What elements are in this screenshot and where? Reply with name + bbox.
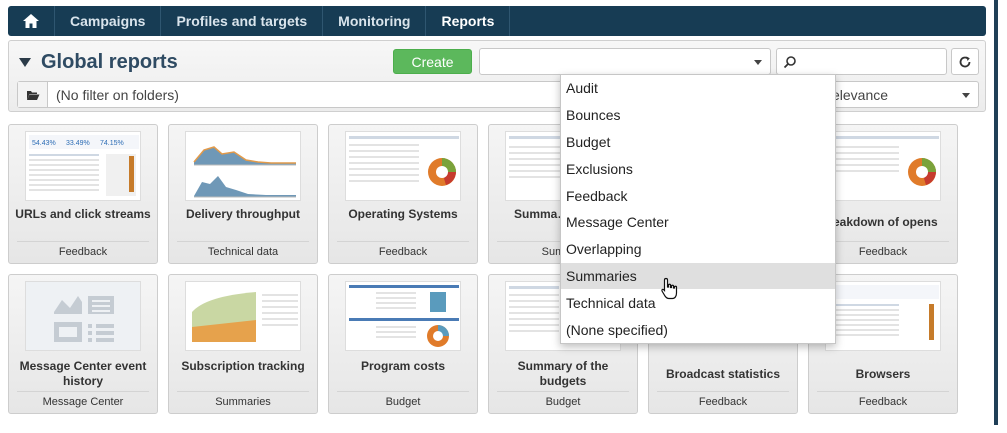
report-card[interactable]: Delivery throughput Technical data — [168, 124, 318, 264]
report-card[interactable]: Operating Systems Feedback — [328, 124, 478, 264]
search-input[interactable] — [776, 48, 947, 75]
report-card-title: Summary of the budgets — [517, 359, 609, 388]
home-icon — [23, 14, 39, 28]
report-card-title: URLs and click streams — [15, 207, 151, 221]
report-card-title: Delivery throughput — [185, 207, 300, 221]
chevron-down-icon — [962, 93, 970, 98]
category-select[interactable] — [479, 48, 771, 75]
folder-filter-label: (No filter on folders) — [56, 86, 179, 103]
folder-open-icon — [26, 90, 39, 100]
dropdown-option-none-specified[interactable]: (None specified) — [561, 316, 835, 343]
report-card-category: Feedback — [657, 391, 789, 413]
window-edge — [994, 0, 998, 425]
report-card[interactable]: Subscription tracking Summaries — [168, 274, 318, 414]
dropdown-option-budget[interactable]: Budget — [561, 129, 835, 156]
dropdown-option-overlapping[interactable]: Overlapping — [561, 236, 835, 263]
report-thumbnail — [825, 281, 941, 351]
tab-monitoring[interactable]: Monitoring — [323, 6, 427, 36]
tab-campaigns[interactable]: Campaigns — [55, 6, 162, 36]
dropdown-option-message-center[interactable]: Message Center — [561, 209, 835, 236]
dropdown-option-feedback[interactable]: Feedback — [561, 182, 835, 209]
create-button[interactable]: Create — [393, 49, 472, 74]
refresh-icon — [959, 56, 971, 67]
report-card[interactable]: 54.43% 33.49% 74.15% URLs and click stre… — [8, 124, 158, 264]
report-card-title: Subscription tracking — [181, 359, 305, 373]
report-card-title: Program costs — [360, 359, 446, 373]
report-card-category: Technical data — [177, 241, 309, 263]
dropdown-option-technical-data[interactable]: Technical data — [561, 289, 835, 316]
search-icon — [783, 56, 796, 69]
dropdown-option-bounces[interactable]: Bounces — [561, 102, 835, 129]
svg-text:74.15%: 74.15% — [100, 140, 124, 147]
dropdown-option-summaries[interactable]: Summaries — [561, 262, 835, 290]
report-card-category: Summaries — [177, 391, 309, 413]
category-dropdown-list: Audit Bounces Budget Exclusions Feedback… — [560, 74, 836, 344]
report-thumbnail — [185, 281, 301, 351]
reports-header-panel: Global reports Create (No filter on fold… — [8, 40, 986, 112]
report-thumbnail — [185, 131, 301, 201]
report-card-title: Browsers — [855, 367, 911, 381]
report-card-category: Budget — [497, 391, 629, 413]
report-card-title: Operating Systems — [348, 207, 458, 221]
report-card-category: Budget — [337, 391, 469, 413]
svg-text:33.49%: 33.49% — [66, 140, 90, 147]
sort-select-value: elevance — [832, 86, 889, 103]
report-thumbnail — [345, 281, 461, 351]
svg-text:54.43%: 54.43% — [32, 140, 56, 147]
report-card[interactable]: Message Center event history Message Cen… — [8, 274, 158, 414]
sort-select[interactable]: elevance — [819, 81, 979, 108]
folder-button[interactable] — [18, 82, 48, 107]
report-card-title: Broadcast statistics — [665, 367, 781, 381]
report-card[interactable]: Program costs Budget — [328, 274, 478, 414]
report-thumbnail — [825, 131, 941, 201]
report-card-category: Feedback — [817, 391, 949, 413]
page-title: Global reports — [41, 51, 178, 73]
report-card-title: Message Center event history — [19, 359, 147, 388]
dropdown-option-exclusions[interactable]: Exclusions — [561, 155, 835, 182]
report-thumbnail — [345, 131, 461, 201]
title-row: Global reports — [19, 51, 178, 74]
report-placeholder-icon — [54, 296, 114, 342]
report-card-category: Message Center — [17, 391, 149, 413]
dropdown-option-audit[interactable]: Audit — [561, 75, 835, 102]
chevron-down-icon — [754, 60, 762, 65]
top-nav: Campaigns Profiles and targets Monitorin… — [8, 6, 986, 36]
report-thumbnail — [25, 281, 141, 351]
tab-profiles-and-targets[interactable]: Profiles and targets — [161, 6, 324, 36]
tab-reports[interactable]: Reports — [426, 6, 511, 36]
home-button[interactable] — [8, 6, 55, 36]
report-thumbnail: 54.43% 33.49% 74.15% — [25, 131, 141, 201]
collapse-triangle-icon[interactable] — [19, 58, 31, 67]
report-card-category: Feedback — [817, 241, 949, 263]
refresh-button[interactable] — [951, 48, 979, 75]
report-card-category: Feedback — [17, 241, 149, 263]
report-card-category: Feedback — [337, 241, 469, 263]
hand-cursor-icon — [661, 277, 678, 300]
